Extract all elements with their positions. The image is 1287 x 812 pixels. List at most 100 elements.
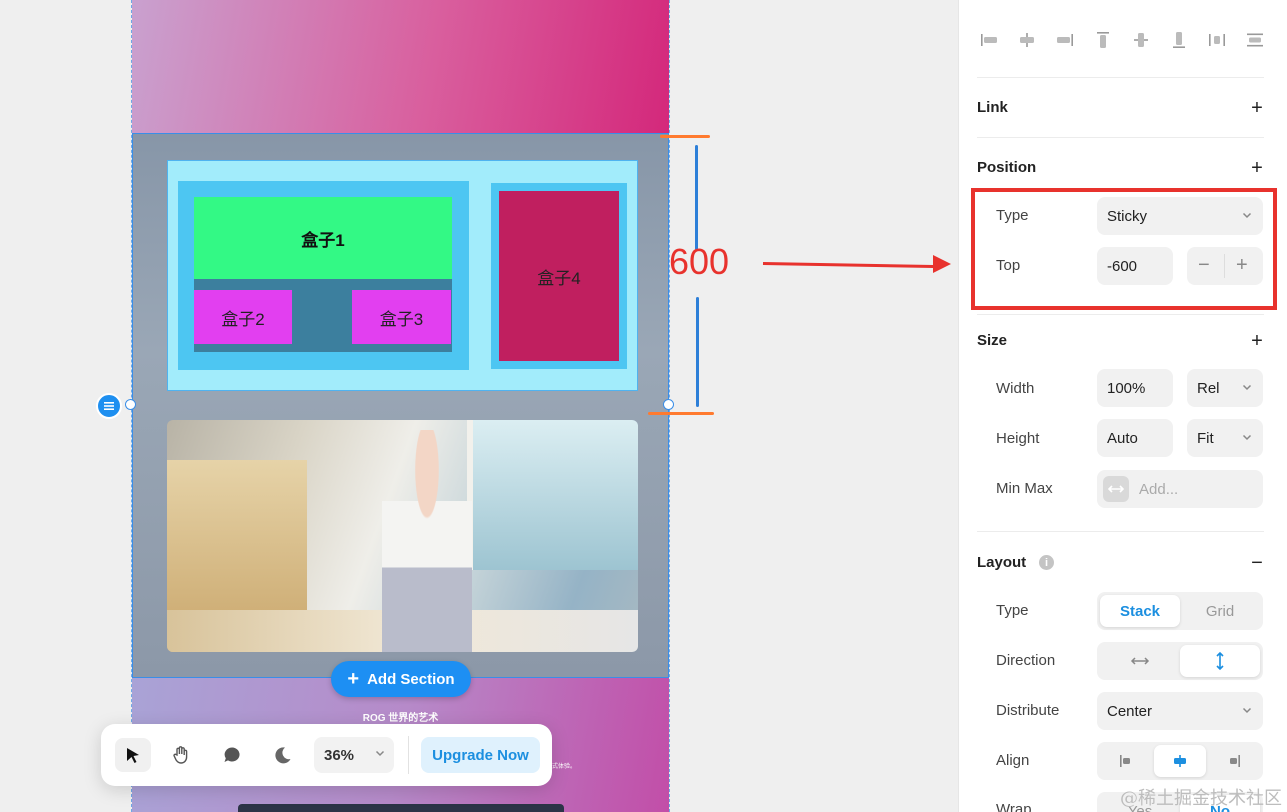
annotation-value: 600: [669, 241, 730, 282]
annotation-top-tick: [660, 135, 710, 138]
layout-type-grid[interactable]: Grid: [1180, 595, 1260, 627]
watermark: @稀土掘金技术社区: [1120, 788, 1282, 809]
align-end-icon: [1230, 755, 1240, 767]
plus-icon: +: [347, 668, 360, 690]
position-section-title: Position: [977, 159, 1037, 176]
zoom-select[interactable]: 36%: [314, 737, 394, 773]
rog-title: ROG 世界的艺术: [362, 713, 439, 724]
align-center-button[interactable]: [1154, 745, 1206, 777]
align-start-button[interactable]: [1100, 745, 1152, 777]
box-3[interactable]: 盒子3: [352, 290, 451, 344]
width-input[interactable]: 100%: [1097, 369, 1173, 407]
pointer-icon: [127, 748, 139, 763]
height-unit-value: Fit: [1197, 429, 1214, 447]
highlight-box: [971, 188, 1277, 310]
moon-icon: [275, 747, 291, 764]
box-2[interactable]: 盒子2: [194, 290, 292, 344]
height-label: Height: [996, 430, 1040, 447]
hand-icon: [173, 746, 188, 764]
resize-handle-right[interactable]: [663, 399, 674, 410]
stack-menu-icon[interactable]: [96, 393, 122, 419]
hand-tool-button[interactable]: [163, 738, 199, 772]
toolbar-divider: [408, 736, 409, 774]
layout-type-toggle: Stack Grid: [1097, 592, 1263, 630]
layout-collapse-button[interactable]: −: [1247, 552, 1267, 574]
distribute-vertical-icon[interactable]: [1243, 28, 1267, 52]
section-divider: [977, 137, 1264, 138]
comment-tool-button[interactable]: [214, 738, 250, 772]
left-box-group[interactable]: 盒子1 盒子2 盒子3: [178, 181, 469, 370]
floating-toolbar: 36% Upgrade Now: [101, 724, 552, 786]
chevron-down-icon: [1242, 434, 1252, 441]
position-add-button[interactable]: +: [1247, 157, 1267, 179]
minmax-arrows-icon: [1103, 476, 1129, 502]
align-label: Align: [996, 752, 1030, 769]
arrows-vertical-icon: [1216, 651, 1224, 671]
align-left-icon[interactable]: [977, 28, 1001, 52]
align-top-icon[interactable]: [1091, 28, 1115, 52]
align-bottom-icon[interactable]: [1167, 28, 1191, 52]
width-unit-value: Rel: [1197, 379, 1220, 397]
info-icon[interactable]: i: [1039, 555, 1054, 570]
sticky-stack-section[interactable]: 盒子1 盒子2 盒子3 盒子4: [132, 133, 669, 678]
align-toggle: [1097, 742, 1263, 780]
design-canvas[interactable]: 盒子1 盒子2 盒子3 盒子4 600 + Add Section ROG 世界…: [0, 0, 958, 812]
resize-handle-left[interactable]: [125, 399, 136, 410]
align-right-icon[interactable]: [1053, 28, 1077, 52]
chevron-down-icon: [1242, 707, 1252, 714]
section-divider: [977, 531, 1264, 532]
link-section-title: Link: [977, 99, 1008, 116]
width-unit-select[interactable]: Rel: [1187, 369, 1263, 407]
chevron-down-icon: [1242, 384, 1252, 391]
distribute-horizontal-icon[interactable]: [1205, 28, 1229, 52]
section-divider: [977, 314, 1264, 315]
link-add-button[interactable]: +: [1247, 97, 1267, 119]
inner-box-group[interactable]: 盒子1 盒子2 盒子3: [194, 197, 452, 352]
zoom-value: 36%: [324, 746, 355, 764]
boxes-container[interactable]: 盒子1 盒子2 盒子3 盒子4: [167, 160, 638, 391]
properties-panel: Link + Position + Type Sticky Top -600 −…: [958, 0, 1287, 812]
box-1[interactable]: 盒子1: [194, 197, 452, 279]
comment-icon: [224, 747, 240, 762]
chevron-down-icon: [375, 750, 385, 757]
minmax-label: Min Max: [996, 480, 1053, 497]
width-label: Width: [996, 380, 1035, 397]
direction-label: Direction: [996, 652, 1056, 669]
hero-gradient-section[interactable]: [132, 0, 669, 133]
align-end-button[interactable]: [1208, 745, 1260, 777]
add-section-label: Add Section: [367, 670, 455, 688]
annotation-lower-bar: [696, 297, 699, 407]
next-section-preview[interactable]: [238, 804, 564, 812]
layout-section-title: Layout: [977, 554, 1027, 571]
size-section-title: Size: [977, 332, 1008, 349]
annotation-bottom-tick: [648, 412, 714, 415]
distribute-value: Center: [1107, 702, 1153, 720]
align-start-icon: [1120, 755, 1130, 767]
direction-vertical-button[interactable]: [1180, 645, 1260, 677]
upgrade-now-button[interactable]: Upgrade Now: [421, 737, 540, 773]
section-divider: [977, 77, 1264, 78]
photo-figure: [382, 430, 472, 652]
height-input[interactable]: Auto: [1097, 419, 1173, 457]
photo-image[interactable]: [167, 420, 638, 652]
layout-type-stack[interactable]: Stack: [1100, 595, 1180, 627]
align-center-icon: [1174, 755, 1186, 767]
align-center-vertical-icon[interactable]: [1129, 28, 1153, 52]
box-4[interactable]: 盒子4: [499, 191, 619, 361]
align-center-horizontal-icon[interactable]: [1015, 28, 1039, 52]
size-add-button[interactable]: +: [1247, 330, 1267, 352]
right-box-group[interactable]: 盒子4: [491, 183, 627, 369]
arrows-horizontal-icon: [1130, 657, 1150, 665]
layout-type-label: Type: [996, 602, 1029, 619]
height-unit-select[interactable]: Fit: [1187, 419, 1263, 457]
alignment-toolbar: [977, 20, 1267, 60]
direction-horizontal-button[interactable]: [1100, 645, 1180, 677]
pointer-tool-button[interactable]: [115, 738, 151, 772]
direction-toggle: [1097, 642, 1263, 680]
theme-tool-button[interactable]: [265, 738, 301, 772]
add-section-button[interactable]: + Add Section: [331, 661, 471, 697]
annotation-upper-bar: [695, 145, 698, 250]
wrap-label: Wrap: [996, 801, 1032, 812]
distribute-select[interactable]: Center: [1097, 692, 1263, 730]
distribute-label: Distribute: [996, 702, 1060, 719]
